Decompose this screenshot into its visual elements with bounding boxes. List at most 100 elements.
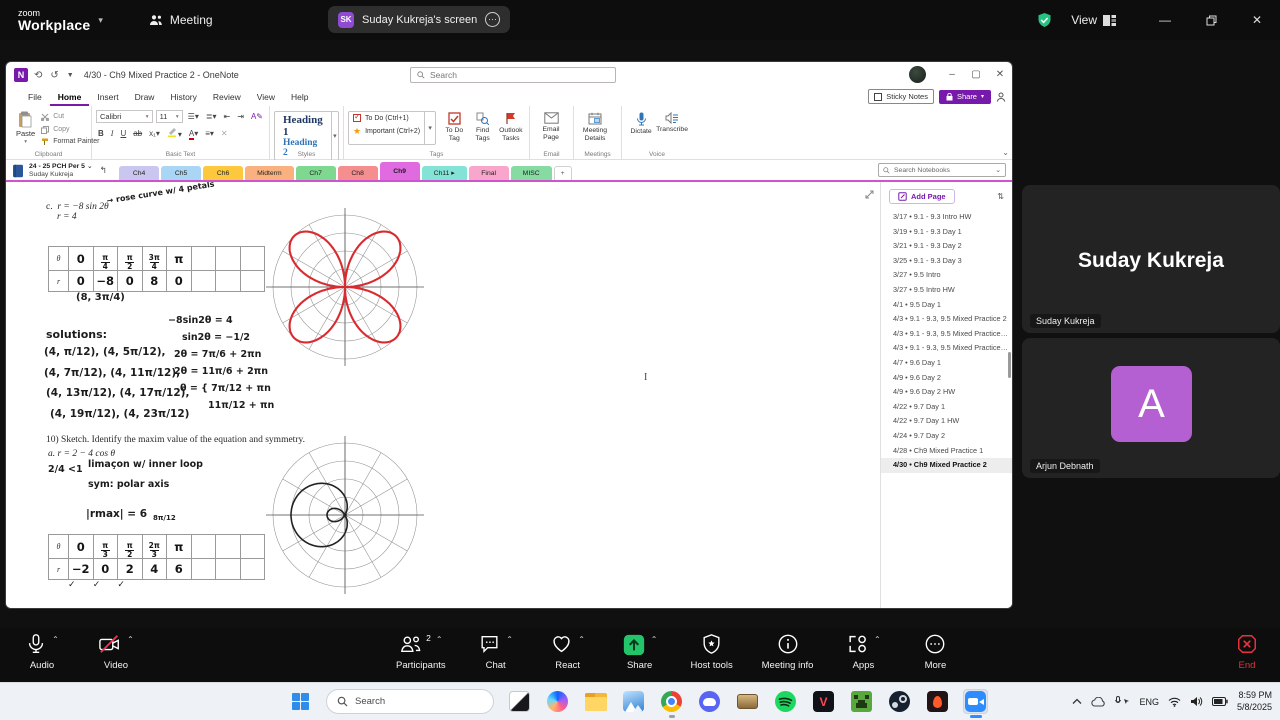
menu-view[interactable]: View — [249, 90, 283, 106]
game-tan-app-icon[interactable] — [735, 689, 760, 714]
file-explorer-app-icon[interactable] — [583, 689, 608, 714]
chrome-app-icon[interactable] — [659, 689, 684, 714]
style-heading1[interactable]: Heading 1 — [283, 114, 323, 138]
customize-quick-access-icon[interactable]: ▼ — [67, 72, 74, 79]
bold-button[interactable]: B — [96, 129, 106, 138]
presence-person-icon[interactable] — [996, 92, 1006, 102]
meeting-details-button[interactable]: Meeting Details — [578, 109, 612, 143]
page-item[interactable]: 3/19 • 9.1 - 9.3 Day 1 — [881, 225, 1012, 240]
apps-button[interactable]: ⌃Apps — [841, 633, 885, 671]
note-canvas[interactable]: c. r = −8 sin 2θ r = 4 → rose curve w/ 4… — [6, 182, 880, 608]
onenote-minimize-button[interactable]: – — [940, 62, 964, 86]
chevron-down-icon[interactable]: ▾ — [98, 15, 103, 26]
meeting-info-button[interactable]: Meeting info — [762, 633, 814, 671]
page-item[interactable]: 4/1 • 9.5 Day 1 — [881, 298, 1012, 313]
react-button[interactable]: ⌃React — [546, 633, 590, 671]
valorant-app-icon[interactable]: V — [811, 689, 836, 714]
bullet-list-button[interactable]: ☰▾ — [186, 112, 201, 121]
page-item[interactable]: 4/9 • 9.6 Day 2 — [881, 371, 1012, 386]
section-tab-midterm[interactable]: Midterm — [245, 166, 294, 180]
sticky-notes-button[interactable]: Sticky Notes — [868, 89, 934, 104]
page-item[interactable]: 4/24 • 9.7 Day 2 — [881, 429, 1012, 444]
chat-button[interactable]: ⌃Chat — [474, 633, 518, 671]
language-indicator[interactable]: ENG — [1139, 697, 1159, 707]
cut-button[interactable]: Cut — [41, 112, 99, 123]
font-color-button[interactable]: A▾ — [187, 129, 200, 138]
page-item[interactable]: 3/27 • 9.5 Intro — [881, 268, 1012, 283]
format-styles-button[interactable]: A✎ — [249, 112, 265, 121]
collapse-ribbon-chevron[interactable]: ⌄ — [1002, 148, 1009, 157]
start-button[interactable] — [288, 689, 313, 714]
increase-indent-button[interactable]: ⇥ — [235, 112, 246, 121]
voice-access-icon[interactable] — [1115, 696, 1130, 707]
nav-back-icon[interactable]: ⟲ — [34, 70, 42, 81]
page-item[interactable]: 4/7 • 9.6 Day 1 — [881, 356, 1012, 371]
chevron-up-icon[interactable]: ⌃ — [52, 635, 59, 644]
shared-screen-pill[interactable]: SK Suday Kukreja's screen ⋯ — [328, 6, 510, 33]
zoom-app-icon[interactable] — [963, 689, 988, 714]
taskbar-search[interactable]: Search — [326, 689, 494, 714]
paragraph-align-button[interactable]: ≡▾ — [203, 129, 216, 138]
close-button[interactable]: ✕ — [1234, 0, 1280, 40]
photos-app-icon[interactable] — [621, 689, 646, 714]
menu-review[interactable]: Review — [205, 90, 249, 106]
video-button[interactable]: ⌃Video — [94, 633, 138, 671]
security-shield-icon[interactable] — [1036, 12, 1053, 29]
notebook-switcher[interactable]: 24 - 25 PCH Per 5 ⌄ Suday Kukreja — [29, 163, 93, 179]
transcribe-button[interactable]: Transcribe — [656, 109, 688, 149]
page-item[interactable]: 4/3 • 9.1 - 9.3, 9.5 Mixed Practice (... — [881, 341, 1012, 356]
font-name-select[interactable]: Calibri▾ — [96, 110, 153, 123]
onedrive-cloud-icon[interactable] — [1091, 697, 1106, 707]
hidden-icons-chevron[interactable] — [1072, 698, 1082, 705]
more-options-icon[interactable]: ⋯ — [485, 12, 500, 27]
page-item[interactable]: 4/22 • 9.7 Day 1 — [881, 400, 1012, 415]
section-tab-ch7[interactable]: Ch7 — [296, 166, 336, 180]
steam-app-icon[interactable] — [887, 689, 912, 714]
onenote-close-button[interactable]: ✕ — [988, 62, 1012, 86]
tag-todo[interactable]: To Do (Ctrl+1) — [349, 112, 424, 124]
section-tab-ch4[interactable]: Ch4 — [119, 166, 159, 180]
scrollbar-thumb[interactable] — [1008, 352, 1011, 378]
menu-help[interactable]: Help — [283, 90, 316, 106]
menu-draw[interactable]: Draw — [127, 90, 163, 106]
share-button[interactable]: ⌃Share — [618, 633, 662, 671]
dictate-button[interactable]: Dictate — [626, 109, 656, 149]
clear-formatting-button[interactable]: ✕ — [219, 129, 230, 138]
mono-square-app-icon[interactable] — [507, 689, 532, 714]
section-tab-ch6[interactable]: Ch6 — [203, 166, 243, 180]
chevron-up-icon[interactable]: ⌃ — [651, 635, 658, 644]
add-page-button[interactable]: Add Page — [889, 189, 955, 204]
tags-scroll[interactable]: ▾ — [424, 112, 435, 144]
menu-history[interactable]: History — [162, 90, 204, 106]
tag-important[interactable]: ★Important (Ctrl+2) — [349, 124, 424, 139]
menu-home[interactable]: Home — [50, 90, 90, 106]
copilot-app-icon[interactable] — [545, 689, 570, 714]
tab-meeting[interactable]: Meeting — [149, 13, 213, 27]
onenote-share-button[interactable]: Share ▾ — [939, 90, 991, 104]
section-tab-ch9[interactable]: Ch9 — [380, 162, 420, 180]
volume-icon[interactable] — [1190, 696, 1203, 707]
section-tab-ch8[interactable]: Ch8 — [338, 166, 378, 180]
minimize-button[interactable]: — — [1142, 0, 1188, 40]
menu-insert[interactable]: Insert — [89, 90, 126, 106]
chevron-up-icon[interactable]: ⌃ — [436, 635, 443, 644]
video-tile-suday[interactable]: Suday Kukreja Suday Kukreja — [1022, 185, 1280, 333]
account-avatar[interactable] — [909, 66, 926, 83]
undo-icon[interactable]: ↺ — [50, 70, 58, 81]
page-item[interactable]: 3/21 • 9.1 - 9.3 Day 2 — [881, 239, 1012, 254]
onenote-maximize-button[interactable]: ▢ — [964, 62, 988, 86]
chevron-up-icon[interactable]: ⌃ — [578, 635, 585, 644]
restore-button[interactable] — [1188, 0, 1234, 40]
page-item[interactable]: 3/25 • 9.1 - 9.3 Day 3 — [881, 254, 1012, 269]
email-page-button[interactable]: Email Page — [534, 109, 568, 142]
page-item[interactable]: 4/9 • 9.6 Day 2 HW — [881, 385, 1012, 400]
section-tab-ch11[interactable]: Ch11 ▸ — [422, 166, 467, 180]
battery-icon[interactable] — [1212, 697, 1228, 706]
chevron-up-icon[interactable]: ⌃ — [127, 635, 134, 644]
sort-pages-icon[interactable]: ⇅ — [997, 192, 1004, 201]
menu-file[interactable]: File — [20, 90, 50, 106]
chevron-up-icon[interactable]: ⌃ — [874, 635, 881, 644]
font-size-select[interactable]: 11▾ — [156, 110, 183, 123]
more-button[interactable]: More — [913, 633, 957, 671]
expand-page-icon[interactable] — [865, 186, 874, 204]
